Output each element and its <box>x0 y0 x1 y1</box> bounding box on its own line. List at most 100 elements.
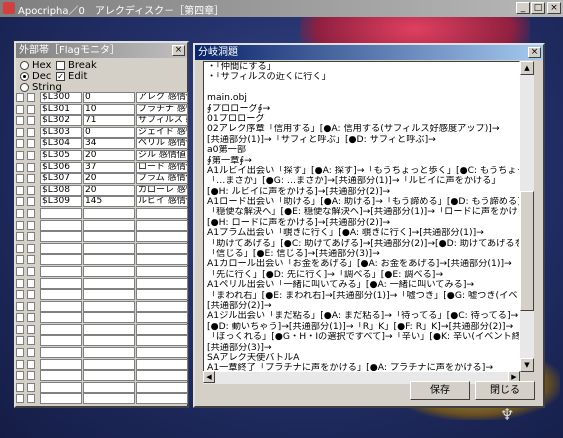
edit-checkbox[interactable]: ✓ Edit <box>56 71 87 82</box>
flag-value-cell[interactable] <box>83 254 135 266</box>
flag-break-checkbox[interactable] <box>16 394 24 404</box>
flag-value-cell[interactable]: 0 <box>83 126 135 138</box>
flag-value-cell[interactable] <box>83 370 135 382</box>
horizontal-scrollbar[interactable]: ◀ ▶ <box>203 371 520 384</box>
flag-break-checkbox[interactable] <box>16 104 24 114</box>
flag-value-cell[interactable]: 0 <box>83 92 135 103</box>
flag-watch-checkbox[interactable] <box>27 382 35 392</box>
break-checkbox[interactable]: Break <box>56 60 97 71</box>
flag-monitor-close-button[interactable]: × <box>172 45 185 56</box>
branch-title-bar[interactable]: 分岐洞題 × <box>195 45 543 60</box>
flag-break-checkbox[interactable] <box>16 278 24 288</box>
branch-close-button[interactable]: × <box>528 47 541 58</box>
flag-value-cell[interactable] <box>83 358 135 370</box>
flag-value-cell[interactable] <box>83 289 135 301</box>
flag-break-checkbox[interactable] <box>16 313 24 323</box>
flag-value-cell[interactable]: 37 <box>83 161 135 173</box>
dec-radio-circle[interactable] <box>20 71 29 81</box>
hex-radio-circle[interactable] <box>20 60 29 70</box>
flag-watch-checkbox[interactable] <box>27 139 35 149</box>
hex-radio[interactable]: Hex <box>20 60 51 71</box>
flag-break-checkbox[interactable] <box>16 371 24 381</box>
flag-break-checkbox[interactable] <box>16 174 24 184</box>
flag-watch-checkbox[interactable] <box>27 104 35 114</box>
break-check-box[interactable] <box>56 60 65 70</box>
flag-break-checkbox[interactable] <box>16 243 24 253</box>
flag-watch-checkbox[interactable] <box>27 359 35 369</box>
flag-value-cell[interactable] <box>83 312 135 324</box>
flag-break-checkbox[interactable] <box>16 116 24 126</box>
scroll-left-arrow-icon[interactable]: ◀ <box>203 371 215 383</box>
flag-value-cell[interactable] <box>83 231 135 243</box>
edit-check-box[interactable]: ✓ <box>56 71 65 81</box>
flag-watch-checkbox[interactable] <box>27 208 35 218</box>
flag-break-checkbox[interactable] <box>16 162 24 172</box>
flag-value-cell[interactable] <box>83 219 135 231</box>
flag-watch-checkbox[interactable] <box>27 336 35 346</box>
flag-watch-checkbox[interactable] <box>27 232 35 242</box>
flag-break-checkbox[interactable] <box>16 382 24 392</box>
flag-value-cell[interactable] <box>83 323 135 335</box>
flag-value-cell[interactable] <box>83 347 135 359</box>
flag-watch-checkbox[interactable] <box>27 116 35 126</box>
minimize-button[interactable]: _ <box>516 2 530 14</box>
flag-break-checkbox[interactable] <box>16 232 24 242</box>
flag-watch-checkbox[interactable] <box>27 290 35 300</box>
flag-break-checkbox[interactable] <box>16 348 24 358</box>
flag-value-cell[interactable] <box>83 265 135 277</box>
flag-value-cell[interactable]: 145 <box>83 196 135 208</box>
flag-value-cell[interactable] <box>83 335 135 347</box>
flag-break-checkbox[interactable] <box>16 150 24 160</box>
dec-radio[interactable]: Dec <box>20 71 51 82</box>
flag-break-checkbox[interactable] <box>16 324 24 334</box>
vertical-scrollbar[interactable]: ▲ ▼ <box>520 61 534 372</box>
flag-break-checkbox[interactable] <box>16 127 24 137</box>
flag-break-checkbox[interactable] <box>16 197 24 207</box>
flag-watch-checkbox[interactable] <box>27 266 35 276</box>
flag-watch-checkbox[interactable] <box>27 348 35 358</box>
flag-break-checkbox[interactable] <box>16 266 24 276</box>
flag-watch-checkbox[interactable] <box>27 313 35 323</box>
flag-value-cell[interactable] <box>83 277 135 289</box>
flag-value-cell[interactable]: 20 <box>83 149 135 161</box>
flag-break-checkbox[interactable] <box>16 359 24 369</box>
flag-watch-checkbox[interactable] <box>27 185 35 195</box>
flag-value-cell[interactable]: 20 <box>83 173 135 185</box>
flag-value-cell[interactable] <box>83 381 135 393</box>
flag-value-cell[interactable]: 34 <box>83 138 135 150</box>
flag-watch-checkbox[interactable] <box>27 127 35 137</box>
flag-value-cell[interactable] <box>83 242 135 254</box>
flag-watch-checkbox[interactable] <box>27 162 35 172</box>
flag-value-cell[interactable] <box>83 393 135 405</box>
flag-watch-checkbox[interactable] <box>27 324 35 334</box>
close-button[interactable]: × <box>547 2 561 14</box>
flag-watch-checkbox[interactable] <box>27 371 35 381</box>
flag-watch-checkbox[interactable] <box>27 394 35 404</box>
flag-break-checkbox[interactable] <box>16 208 24 218</box>
flag-value-cell[interactable] <box>83 300 135 312</box>
flag-watch-checkbox[interactable] <box>27 278 35 288</box>
flag-monitor-title-bar[interactable]: 外部帯［Flagモニタ］ × <box>16 43 187 58</box>
scroll-down-arrow-icon[interactable]: ▼ <box>520 358 534 372</box>
flag-break-checkbox[interactable] <box>16 301 24 311</box>
save-button[interactable]: 保存 <box>410 381 470 400</box>
flag-break-checkbox[interactable] <box>16 220 24 230</box>
flag-watch-checkbox[interactable] <box>27 174 35 184</box>
flag-break-checkbox[interactable] <box>16 93 24 102</box>
flag-watch-checkbox[interactable] <box>27 255 35 265</box>
branch-text-area[interactable]: ・「仲間にする」 ・「サフィルスの近くに行く」 main.obj ∮プロローグ∮→ 01… <box>203 61 520 372</box>
scroll-up-arrow-icon[interactable]: ▲ <box>520 61 534 75</box>
flag-watch-checkbox[interactable] <box>27 301 35 311</box>
maximize-button[interactable]: □ <box>531 2 545 14</box>
app-title-bar[interactable]: Apocripha／0 アレクディスク－［第四章］ _ □ × <box>0 0 563 17</box>
flag-watch-checkbox[interactable] <box>27 220 35 230</box>
flag-break-checkbox[interactable] <box>16 139 24 149</box>
flag-value-cell[interactable]: 71 <box>83 115 135 127</box>
flag-break-checkbox[interactable] <box>16 336 24 346</box>
scroll-thumb[interactable] <box>520 191 534 311</box>
flag-watch-checkbox[interactable] <box>27 93 35 102</box>
flag-value-cell[interactable]: 20 <box>83 184 135 196</box>
flag-break-checkbox[interactable] <box>16 185 24 195</box>
close-dialog-button[interactable]: 閉じる <box>475 381 535 400</box>
flag-watch-checkbox[interactable] <box>27 150 35 160</box>
